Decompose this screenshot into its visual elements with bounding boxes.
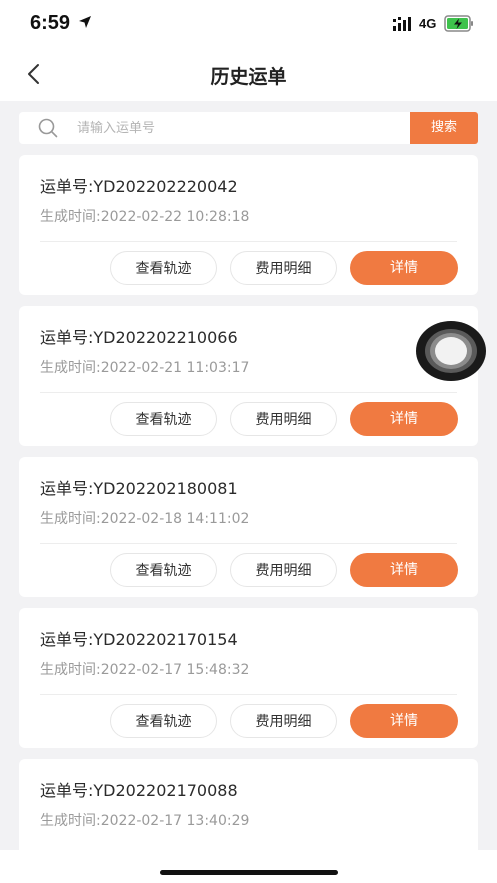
search-box: [19, 112, 410, 144]
network-type: 4G: [419, 16, 437, 31]
details-button[interactable]: 详情: [350, 553, 458, 587]
order-created-time: 生成时间:2022-02-22 10:28:18: [40, 209, 250, 225]
view-track-button[interactable]: 查看轨迹: [110, 704, 217, 738]
status-time: 6:59: [30, 12, 71, 34]
order-card: 运单号:YD202202170154 生成时间:2022-02-17 15:48…: [19, 608, 478, 748]
cellular-signal-icon: [393, 17, 411, 31]
battery-charging-icon: [444, 15, 473, 32]
home-indicator-area: [0, 850, 497, 883]
order-list: 运单号:YD202202220042 生成时间:2022-02-22 10:28…: [19, 155, 478, 883]
details-button[interactable]: 详情: [350, 402, 458, 436]
card-divider: [40, 694, 457, 695]
card-divider: [40, 241, 457, 242]
order-number: 运单号:YD202202210066: [40, 328, 238, 347]
order-number: 运单号:YD202202170154: [40, 630, 238, 649]
details-button[interactable]: 详情: [350, 704, 458, 738]
view-track-button[interactable]: 查看轨迹: [110, 553, 217, 587]
page-title: 历史运单: [210, 66, 287, 88]
navigation-bar: 历史运单: [0, 48, 497, 101]
order-card: 运单号:YD202202180081 生成时间:2022-02-18 14:11…: [19, 457, 478, 597]
card-divider: [40, 543, 457, 544]
home-indicator[interactable]: [160, 870, 338, 875]
fee-details-button[interactable]: 费用明细: [230, 402, 337, 436]
fee-details-button[interactable]: 费用明细: [230, 251, 337, 285]
order-number: 运单号:YD202202180081: [40, 479, 238, 498]
assistive-touch-icon[interactable]: [415, 320, 487, 382]
search-button[interactable]: 搜索: [410, 112, 478, 144]
view-track-button[interactable]: 查看轨迹: [110, 402, 217, 436]
location-arrow-icon: [79, 16, 91, 28]
order-card: 运单号:YD202202210066 生成时间:2022-02-21 11:03…: [19, 306, 478, 446]
order-created-time: 生成时间:2022-02-17 13:40:29: [40, 813, 250, 829]
search-input[interactable]: [77, 116, 397, 140]
order-card: 运单号:YD202202220042 生成时间:2022-02-22 10:28…: [19, 155, 478, 295]
order-number: 运单号:YD202202170088: [40, 781, 238, 800]
order-created-time: 生成时间:2022-02-21 11:03:17: [40, 360, 250, 376]
card-divider: [40, 392, 457, 393]
order-number: 运单号:YD202202220042: [40, 177, 238, 196]
screen: 6:59 4G 历史运单 搜: [0, 0, 497, 883]
details-button[interactable]: 详情: [350, 251, 458, 285]
search-icon: [38, 118, 58, 138]
status-bar: 6:59 4G: [0, 0, 497, 48]
fee-details-button[interactable]: 费用明细: [230, 553, 337, 587]
view-track-button[interactable]: 查看轨迹: [110, 251, 217, 285]
fee-details-button[interactable]: 费用明细: [230, 704, 337, 738]
order-created-time: 生成时间:2022-02-18 14:11:02: [40, 511, 250, 527]
order-created-time: 生成时间:2022-02-17 15:48:32: [40, 662, 250, 678]
